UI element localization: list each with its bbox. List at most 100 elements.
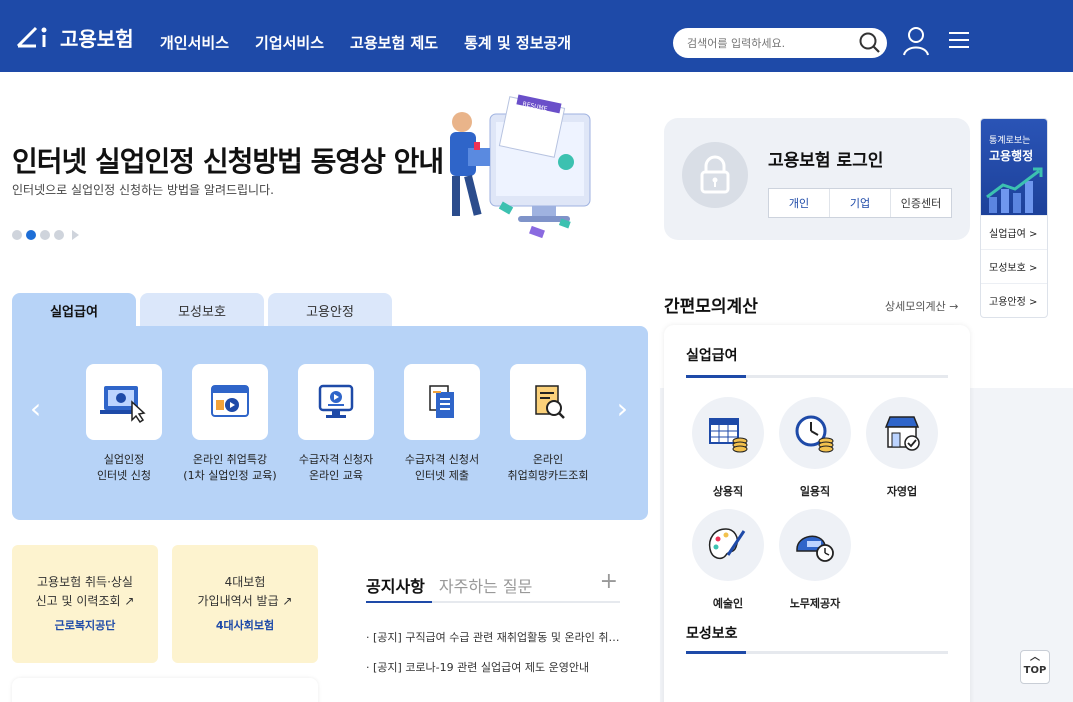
banner-insurance-report[interactable]: 고용보험 취득·상실 신고 및 이력조회 ↗ 근로복지공단 <box>12 545 158 663</box>
calc-label: 상용직 <box>712 485 744 498</box>
calc-artist[interactable]: 예술인 <box>691 509 765 611</box>
lock-icon <box>700 155 730 194</box>
calc-section-line <box>686 375 948 378</box>
carousel-dots <box>12 230 79 240</box>
service-label-line1: 온라인 취업특강 <box>192 453 268 466</box>
service-tabs: 실업급여 모성보호 고용안정 <box>12 293 392 327</box>
hero-title[interactable]: 인터넷 실업인정 신청방법 동영상 안내 <box>12 140 444 180</box>
document-submit-icon <box>429 385 454 418</box>
service-label-line2: (1차 실업인정 교육) <box>183 469 277 482</box>
carousel-dot[interactable] <box>54 230 64 240</box>
service-panel: ‹ › 실업인정 인터넷 신청 온라인 취업특강 (1차 실업인정 교육) 수급… <box>12 326 648 520</box>
login-type-tabs: 개인 기업 인증센터 <box>768 188 952 218</box>
prev-arrow-icon[interactable]: ‹ <box>30 392 41 425</box>
calc-circle <box>692 509 764 581</box>
service-online-submit[interactable]: 수급자격 신청서 인터넷 제출 <box>392 364 492 484</box>
service-online-education[interactable]: 수급자격 신청자 온라인 교육 <box>286 364 386 484</box>
scroll-top-button[interactable]: ︿ TOP <box>1020 650 1050 684</box>
next-arrow-icon[interactable]: › <box>617 392 628 425</box>
service-label-line1: 수급자격 신청자 <box>298 453 374 466</box>
banner-line1: 4대보험 <box>224 575 266 589</box>
document-search-icon <box>535 385 565 419</box>
calc-detail-link[interactable]: 상세모의계산 → <box>885 298 958 314</box>
notice-item[interactable]: · [공지] 코로나-19 관련 실업급여 제도 운영안내 <box>366 659 626 675</box>
calc-circle <box>779 509 851 581</box>
banner-org-comwel: 근로복지공단 <box>54 619 116 632</box>
banner-text: 4대보험 가입내역서 발급 ↗ <box>172 573 318 611</box>
side-stats-banner: 통계로보는 고용행정 실업급여 > 모성보호 > 고용안정 > <box>980 118 1048 318</box>
calc-section-maternity: 모성보호 <box>686 626 738 642</box>
main-nav: 개인서비스 기업서비스 고용보험 제도 통계 및 정보공개 <box>160 32 571 53</box>
search-input[interactable] <box>687 34 847 52</box>
nav-system[interactable]: 고용보험 제도 <box>350 32 438 53</box>
monitor-play-icon <box>318 384 354 418</box>
service-label-line1: 온라인 <box>532 453 564 466</box>
palette-brush-icon <box>708 528 746 560</box>
tab-notice[interactable]: 공지사항 <box>366 573 425 597</box>
calc-daily-worker[interactable]: 일용직 <box>778 397 852 499</box>
carousel-play-icon[interactable] <box>72 230 79 240</box>
service-label: 온라인 취업희망카드조회 <box>498 452 598 484</box>
plus-icon[interactable]: + <box>600 569 618 594</box>
search-box <box>673 28 887 58</box>
logo-mark-icon <box>16 26 47 48</box>
tab-employment-stability[interactable]: 고용안정 <box>268 293 392 327</box>
calc-label: 노무제공자 <box>789 597 841 610</box>
login-title: 고용보험 로그인 <box>768 151 884 171</box>
calc-self-employed[interactable]: 자영업 <box>865 397 939 499</box>
side-stats-line2: 고용행정 <box>989 149 1034 163</box>
video-lecture-icon <box>211 385 249 417</box>
chevron-up-icon: ︿ <box>1030 652 1040 663</box>
side-link-unemployment[interactable]: 실업급여 > <box>981 215 1047 249</box>
logo-text: 고용보험 <box>60 26 134 51</box>
hero-subtitle: 인터넷으로 실업인정 신청하는 방법을 알려드립니다. <box>12 183 274 197</box>
carousel-dot-active[interactable] <box>26 230 36 240</box>
nav-personal[interactable]: 개인서비스 <box>160 32 229 53</box>
calendar-coins-icon <box>709 418 748 453</box>
service-online-claim[interactable]: 실업인정 인터넷 신청 <box>74 364 174 484</box>
notice-underline <box>366 601 620 603</box>
calc-regular-worker[interactable]: 상용직 <box>691 397 765 499</box>
tab-maternity[interactable]: 모성보호 <box>140 293 264 327</box>
calc-circle <box>779 397 851 469</box>
side-link-maternity[interactable]: 모성보호 > <box>981 249 1047 283</box>
service-hope-card[interactable]: 온라인 취업희망카드조회 <box>498 364 598 484</box>
banner-text: 고용보험 취득·상실 신고 및 이력조회 ↗ <box>12 573 158 611</box>
search-icon[interactable] <box>857 30 883 56</box>
nav-statistics[interactable]: 통계 및 정보공개 <box>464 32 571 53</box>
carousel-dot[interactable] <box>40 230 50 240</box>
login-cert-center-button[interactable]: 인증센터 <box>891 189 951 217</box>
side-link-employment-stability[interactable]: 고용안정 > <box>981 283 1047 317</box>
calc-section-line <box>686 651 948 654</box>
laptop-click-icon <box>100 386 146 424</box>
service-label-line1: 실업인정 <box>103 453 145 466</box>
notice-tabs: 공지사항 자주하는 질문 <box>366 573 532 597</box>
service-label: 실업인정 인터넷 신청 <box>74 452 174 484</box>
banner-four-insurance[interactable]: 4대보험 가입내역서 발급 ↗ 4대사회보험 <box>172 545 318 663</box>
growth-chart-icon <box>986 167 1043 213</box>
banner-line2: 신고 및 이력조회 ↗ <box>35 594 135 608</box>
resume-illustration: RESUME <box>450 94 591 239</box>
notice-item[interactable]: · [공지] 구직급여 수급 관련 재취업활동 및 온라인 취업특강 안내 <box>366 629 626 645</box>
tab-unemployment[interactable]: 실업급여 <box>12 293 136 327</box>
service-online-lecture[interactable]: 온라인 취업특강 (1차 실업인정 교육) <box>180 364 280 484</box>
notice-item-text: [공지] 구직급여 수급 관련 재취업활동 및 온라인 취업특강 안내 <box>373 631 626 644</box>
menu-icon[interactable] <box>947 28 971 52</box>
logo[interactable]: 고용보험 <box>14 22 134 52</box>
service-label-line1: 수급자격 신청서 <box>404 453 480 466</box>
service-box <box>192 364 268 440</box>
side-stats-link[interactable]: 통계로보는 고용행정 <box>981 119 1047 215</box>
calc-labor-provider[interactable]: 노무제공자 <box>778 509 852 611</box>
bottom-card <box>12 678 318 702</box>
login-business-button[interactable]: 기업 <box>830 189 891 217</box>
carousel-dot[interactable] <box>12 230 22 240</box>
lock-icon-circle <box>682 142 748 208</box>
login-personal-button[interactable]: 개인 <box>769 189 830 217</box>
top-label: TOP <box>1023 665 1047 676</box>
nav-business[interactable]: 기업서비스 <box>255 32 324 53</box>
user-icon[interactable] <box>902 26 930 56</box>
calc-circle <box>692 397 764 469</box>
top-header: 고용보험 개인서비스 기업서비스 고용보험 제도 통계 및 정보공개 <box>0 0 1073 72</box>
service-box <box>298 364 374 440</box>
tab-faq[interactable]: 자주하는 질문 <box>439 573 532 597</box>
